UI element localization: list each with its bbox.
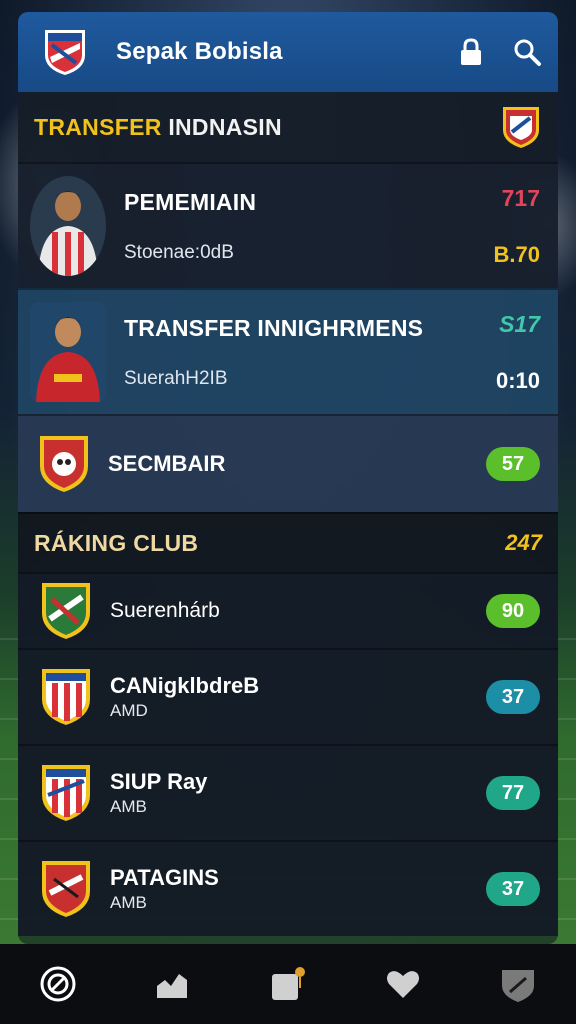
player-name: TRANSFER INNIGHRMENS [124,314,424,341]
stats-icon[interactable] [153,964,193,1004]
club-name: SIUP Ray [110,769,208,794]
club-crest-icon [38,665,94,729]
club-name: SECMBAIR [108,451,226,476]
club-crest-icon [38,761,94,825]
player-value: 0:10 [495,367,540,393]
transfer-section-header: TRANSFER INDNASIN [18,92,558,162]
app-panel: Sepak Bobisla TRANSFER INDNASIN PEMEMIAI… [18,12,558,944]
player-detail: Stoenae:0dB [124,241,234,263]
ranking-section-header: RÁKING CLUB 247 [18,512,558,572]
player-avatar [30,176,106,276]
ranking-row[interactable]: SIUP Ray AMB 77 [18,744,558,840]
score-badge: 37 [486,680,540,714]
player-value: B.70 [493,241,540,267]
club-icon[interactable] [498,964,538,1004]
player-rating: S17 [499,310,540,337]
app-title: Sepak Bobisla [116,38,283,65]
transfer-row[interactable]: PEMEMIAIN Stoenae:0dB 717 B.70 [18,162,558,288]
player-avatar [30,302,106,402]
ranking-row[interactable]: Suerenhárb 90 [18,572,558,648]
bottom-nav [0,944,576,1024]
transfer-row[interactable]: SECMBAIR 57 [18,414,558,512]
heart-icon[interactable] [383,964,423,1004]
score-badge: 90 [486,594,540,628]
score-badge: 57 [486,447,540,481]
lock-icon[interactable] [456,37,486,67]
league-badge-icon [500,104,542,150]
crest-logo-icon [42,27,88,77]
ranking-row[interactable]: CANigklbdreB AMD 37 [18,648,558,744]
club-detail: AMB [110,893,147,912]
club-name: CANigklbdreB [110,673,260,698]
player-rating: 717 [501,184,540,211]
ranking-row[interactable]: PATAGINS AMB 37 [18,840,558,936]
club-crest-icon [38,579,94,643]
club-detail: AMD [110,701,148,720]
club-name: Suerenhárb [110,599,220,622]
trophy-icon[interactable] [268,964,308,1004]
club-crest-icon [38,857,94,921]
score-badge: 77 [486,776,540,810]
ranking-value: 247 [505,530,542,555]
ranking-section-title: RÁKING CLUB [34,529,199,556]
transfer-section-title: TRANSFER INDNASIN [34,113,282,140]
player-name: PEMEMIAIN [124,188,257,215]
club-detail: AMB [110,797,147,816]
search-icon[interactable] [512,37,542,67]
top-bar: Sepak Bobisla [18,12,558,92]
score-badge: 37 [486,872,540,906]
club-crest-icon [36,432,92,496]
transfer-row[interactable]: TRANSFER INNIGHRMENS SuerahH2IB S17 0:10 [18,288,558,414]
home-icon[interactable] [38,964,78,1004]
club-name: PATAGINS [110,865,219,890]
player-detail: SuerahH2IB [124,367,228,389]
